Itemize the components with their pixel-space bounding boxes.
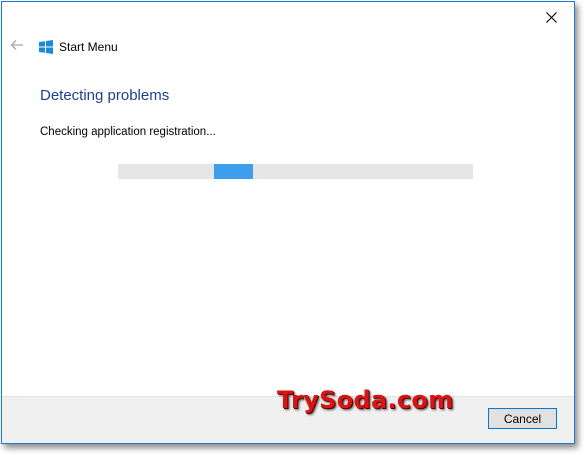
screenshot-frame: Start Menu Detecting problems Checking a… [0, 0, 586, 455]
back-arrow-icon [10, 40, 23, 50]
progress-indicator [214, 164, 253, 179]
back-button[interactable] [8, 36, 26, 54]
progress-bar [118, 164, 473, 179]
status-text: Checking application registration... [40, 126, 216, 138]
title-row: Start Menu [39, 39, 118, 55]
watermark: TrySoda.com [277, 386, 454, 414]
close-button[interactable] [540, 6, 562, 28]
troubleshooter-window: Start Menu Detecting problems Checking a… [1, 1, 575, 444]
app-title: Start Menu [59, 40, 118, 54]
close-icon [545, 11, 557, 23]
windows-logo-icon [39, 40, 53, 54]
page-heading: Detecting problems [40, 87, 170, 104]
cancel-button[interactable]: Cancel [488, 408, 557, 429]
